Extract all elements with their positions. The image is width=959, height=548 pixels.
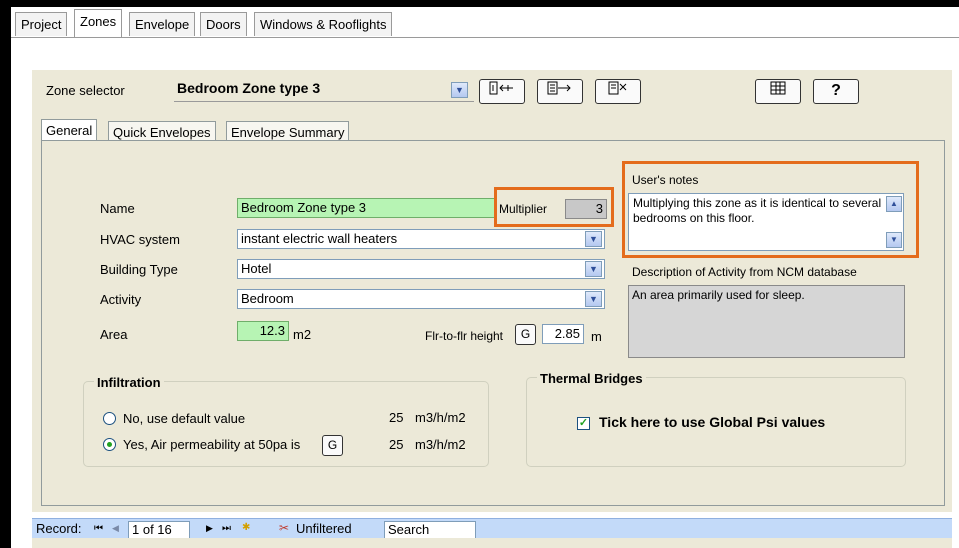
ncm-description-field: An area primarily used for sleep. <box>628 285 905 358</box>
next-zone-button[interactable] <box>537 79 583 104</box>
zone-selector-label: Zone selector <box>46 83 125 98</box>
record-position-field[interactable]: 1 of 16 <box>128 521 190 539</box>
ncm-description-label: Description of Activity from NCM databas… <box>632 265 857 279</box>
tab-zones[interactable]: Zones <box>74 9 123 38</box>
hvac-select[interactable]: instant electric wall heaters <box>237 229 605 249</box>
multiplier-label: Multiplier <box>499 202 548 216</box>
name-field[interactable]: Bedroom Zone type 3 <box>237 198 495 218</box>
infiltration-default-radio[interactable] <box>103 412 116 425</box>
tab-label: Project <box>21 17 62 32</box>
record-label: Record: <box>36 521 82 536</box>
delete-zone-icon <box>608 81 627 95</box>
user-notes-text: Multiplying this zone as it is identical… <box>633 196 882 225</box>
infiltration-title: Infiltration <box>94 375 164 390</box>
next-zone-icon <box>547 81 571 95</box>
tab-doors[interactable]: Doors <box>200 12 247 36</box>
help-button[interactable]: ? <box>813 79 859 104</box>
tab-label: Windows & Rooflights <box>260 17 387 32</box>
notes-scroll-down-icon[interactable]: ▼ <box>886 232 902 248</box>
notes-scroll-up-icon[interactable]: ▲ <box>886 196 902 212</box>
building-type-select[interactable]: Hotel <box>237 259 605 279</box>
flr-height-field[interactable]: 2.85 <box>542 324 584 344</box>
insert-zone-icon <box>489 81 513 95</box>
zone-selector-value[interactable]: Bedroom Zone type 3 <box>177 80 320 96</box>
thermal-bridges-title: Thermal Bridges <box>537 371 646 386</box>
building-type-dropdown-icon[interactable]: ▼ <box>585 261 602 277</box>
previous-record-icon[interactable]: ◀ <box>112 523 119 534</box>
first-record-icon[interactable]: ⏮ <box>94 523 103 534</box>
global-psi-label: Tick here to use Global Psi values <box>599 414 826 430</box>
name-label: Name <box>100 201 135 216</box>
tab-label: Envelope Summary <box>231 125 345 140</box>
global-psi-checkbox[interactable]: ✓ <box>577 417 590 430</box>
zone-selector-underline <box>174 101 474 102</box>
flr-height-unit: m <box>591 329 602 344</box>
infiltration-permeability-unit: m3/h/m2 <box>415 437 466 452</box>
infiltration-permeability-radio[interactable] <box>103 438 116 451</box>
infiltration-g-button[interactable]: G <box>322 435 343 456</box>
activity-label: Activity <box>100 292 142 307</box>
activity-dropdown-icon[interactable]: ▼ <box>585 291 602 307</box>
delete-zone-button[interactable] <box>595 79 641 104</box>
table-view-button[interactable] <box>755 79 801 104</box>
area-field[interactable]: 12.3 <box>237 321 289 341</box>
hvac-dropdown-icon[interactable]: ▼ <box>585 231 602 247</box>
area-unit: m2 <box>293 327 312 342</box>
hvac-label: HVAC system <box>100 232 180 247</box>
table-icon <box>770 81 786 95</box>
application-window: Project Zones Envelope Doors Windows & R… <box>11 7 959 548</box>
tab-label: Zones <box>80 14 117 29</box>
tab-envelope[interactable]: Envelope <box>129 12 196 36</box>
building-type-label: Building Type <box>100 262 178 277</box>
infiltration-default-label: No, use default value <box>123 411 246 426</box>
record-navigation-bar: Record: ⏮ ◀ 1 of 16 ▶ ⏭ ✱ ✂ Unfiltered S… <box>32 518 952 539</box>
tab-label: Doors <box>206 17 241 32</box>
multiplier-field[interactable]: 3 <box>565 199 607 219</box>
activity-select[interactable]: Bedroom <box>237 289 605 309</box>
form-footer <box>32 538 952 548</box>
infiltration-permeability-label: Yes, Air permeability at 50pa is <box>123 437 301 452</box>
tab-windows-rooflights[interactable]: Windows & Rooflights <box>254 12 393 36</box>
flr-height-label: Flr-to-flr height <box>425 329 504 343</box>
user-notes-label: User's notes <box>632 173 699 187</box>
infiltration-permeability-value: 25 <box>389 437 404 452</box>
zone-selector-dropdown-icon[interactable]: ▼ <box>451 82 468 98</box>
filter-icon: ✂ <box>279 521 290 535</box>
tab-label: General <box>46 123 93 138</box>
filter-status[interactable]: Unfiltered <box>296 521 352 536</box>
tab-label: Envelope <box>135 17 190 32</box>
help-icon: ? <box>831 82 841 99</box>
flr-height-g-button[interactable]: G <box>515 324 536 345</box>
infiltration-default-unit: m3/h/m2 <box>415 410 466 425</box>
insert-zone-button[interactable] <box>479 79 525 104</box>
area-label: Area <box>100 327 128 342</box>
record-search-input[interactable]: Search <box>384 521 476 539</box>
next-record-icon[interactable]: ▶ <box>206 523 213 534</box>
tab-label: Quick Envelopes <box>113 125 211 140</box>
tab-divider <box>11 37 959 38</box>
tab-project[interactable]: Project <box>15 12 68 36</box>
last-record-icon[interactable]: ⏭ <box>222 523 231 534</box>
new-record-icon[interactable]: ✱ <box>242 522 250 533</box>
infiltration-default-value: 25 <box>389 410 404 425</box>
user-notes-field[interactable]: Multiplying this zone as it is identical… <box>628 193 904 251</box>
